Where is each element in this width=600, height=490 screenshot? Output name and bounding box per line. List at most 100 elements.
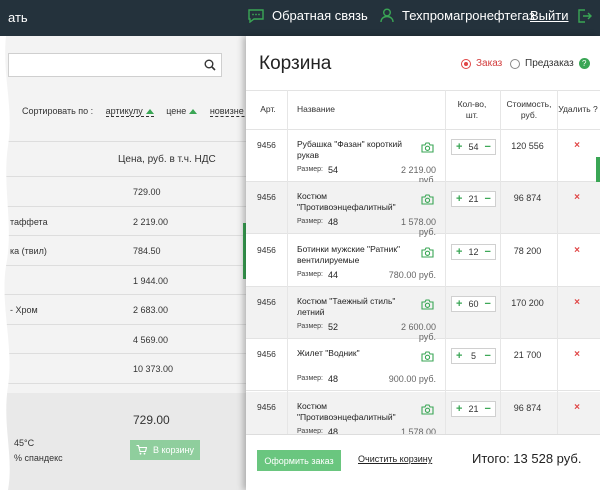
table-row[interactable]: ка (твил) 784.50 [0,236,246,266]
unit-price: 900.00 руб. [388,374,436,385]
mode-preorder-label: Предзаказ [525,58,574,69]
item-name[interactable]: Ботинки мужские "Ратник" вентилируемые [297,244,417,266]
quantity-value[interactable]: 5 [471,351,476,361]
item-art: 9456 [257,349,276,360]
quantity-value[interactable]: 12 [468,247,478,257]
sort-option-price[interactable]: цене [166,106,198,116]
table-row[interactable]: 1 944.00 [0,266,246,295]
quantity-stepper[interactable]: +21− [451,191,496,208]
chat-icon [248,8,264,23]
org-profile[interactable]: Техпромагронефтегаз [380,8,535,23]
item-name[interactable]: Костюм "Противоэнцефалитный" [297,401,417,423]
quantity-stepper[interactable]: +5− [451,348,496,365]
item-name[interactable]: Жилет "Водник" [297,348,417,359]
quantity-value[interactable]: 21 [468,404,478,414]
delete-icon[interactable]: × [566,349,588,360]
size-label: Размер: [297,375,324,383]
camera-icon[interactable] [421,140,434,158]
minus-button[interactable]: − [485,193,491,205]
table-row[interactable]: 4 569.00 [0,325,246,354]
camera-icon[interactable] [421,297,434,315]
cart-icon [136,445,147,455]
camera-icon[interactable] [421,192,434,210]
table-row[interactable]: таффета 2 219.00 [0,207,246,236]
plus-button[interactable]: + [456,403,462,415]
size-value: 48 [328,217,339,228]
camera-icon[interactable] [421,349,434,367]
size-value: 44 [328,269,339,280]
cart-panel: Корзина Заказ Предзаказ ? Арт. Название … [246,36,600,490]
catalog-table: Цена, руб. в т.ч. НДС 729.00 таффета 2 21… [0,141,246,384]
minus-button[interactable]: − [485,246,491,258]
column-divider [287,90,288,444]
quantity-value[interactable]: 21 [468,194,478,204]
column-divider [500,90,501,444]
table-row[interactable]: - Хром 2 683.00 [0,295,246,325]
minus-button[interactable]: − [485,403,491,415]
plus-button[interactable]: + [456,298,462,310]
table-row[interactable]: 10 373.00 [0,354,246,384]
size-label: Размер: [297,166,324,173]
cart-total: Итого: 13 528 руб. [472,451,582,466]
size-value: 54 [328,165,339,175]
mode-order-radio[interactable]: Заказ [461,58,502,69]
cart-title: Корзина [259,53,332,74]
quantity-value[interactable]: 54 [468,142,478,152]
price-header: Цена, руб. в т.ч. НДС [118,154,216,165]
item-name[interactable]: Рубашка "Фазан" короткий рукав [297,139,417,161]
sort-option-article[interactable]: артикулу [105,106,154,117]
item-art: 9456 [257,140,276,150]
mode-order-label: Заказ [476,58,503,69]
logout-icon [577,8,592,23]
clear-cart-link[interactable]: Очистить корзину [358,454,432,464]
add-to-cart-button[interactable]: В корзину [130,440,200,460]
delete-icon[interactable]: × [566,402,588,413]
logout-button[interactable]: Выйти [530,8,592,23]
plus-button[interactable]: + [456,141,462,153]
help-icon[interactable]: ? [578,58,590,69]
minus-button[interactable]: − [485,298,491,310]
cart-item-row: 9456 Костюм "Противоэнцефалитный" Размер: 4… [246,182,600,237]
camera-icon[interactable] [421,245,434,263]
feedback-link[interactable]: Обратная связь [248,8,368,23]
sort-bar: Сортировать по : артикулу цене новизне [22,106,255,117]
user-icon [380,8,394,23]
search-input[interactable] [8,53,222,77]
camera-icon[interactable] [421,402,434,420]
quantity-stepper[interactable]: +21− [451,400,496,417]
delete-icon[interactable]: × [566,192,588,203]
table-row[interactable]: 729.00 [0,177,246,207]
quantity-stepper[interactable]: +60− [451,295,496,312]
plus-button[interactable]: + [456,193,462,205]
delete-icon[interactable]: × [566,245,588,256]
minus-button[interactable]: − [485,141,491,153]
plus-button[interactable]: + [456,350,462,362]
col-art: Арт. [260,104,276,114]
logout-label: Выйти [530,8,569,23]
top-bar: ать Обратная связь Техпромагронефтегаз В… [0,0,600,36]
cart-item-row: 9456 Жилет "Водник" Размер: 48 900.00 руб. +5… [246,339,600,392]
item-name[interactable]: Костюм "Противоэнцефалитный" [297,191,417,213]
radio-checked-icon [461,58,471,69]
quantity-stepper[interactable]: +12− [451,243,496,260]
scrollbar-thumb[interactable] [596,157,600,182]
quantity-value[interactable]: 60 [468,299,478,309]
delete-icon[interactable]: × [566,140,588,151]
item-cost: 96 874 [513,402,542,413]
col-delete: Удалить ? [558,104,598,114]
item-cost: 78 200 [513,245,542,256]
sort-up-icon [145,109,154,114]
catalog-header: Цена, руб. в т.ч. НДС [0,141,246,177]
minus-button[interactable]: − [485,350,491,362]
sort-up-icon [189,109,198,114]
size-label: Размер: [297,322,324,330]
delete-icon[interactable]: × [566,297,588,308]
size-label: Размер: [297,270,324,278]
item-cost: 21 700 [513,350,542,361]
item-name[interactable]: Костюм "Таежный стиль" летний [297,296,417,318]
mode-preorder-radio[interactable]: Предзаказ ? [510,58,590,69]
size-value: 52 [328,321,339,332]
plus-button[interactable]: + [456,246,462,258]
quantity-stepper[interactable]: +54− [451,139,496,155]
checkout-button[interactable]: Оформить заказ [257,450,341,471]
